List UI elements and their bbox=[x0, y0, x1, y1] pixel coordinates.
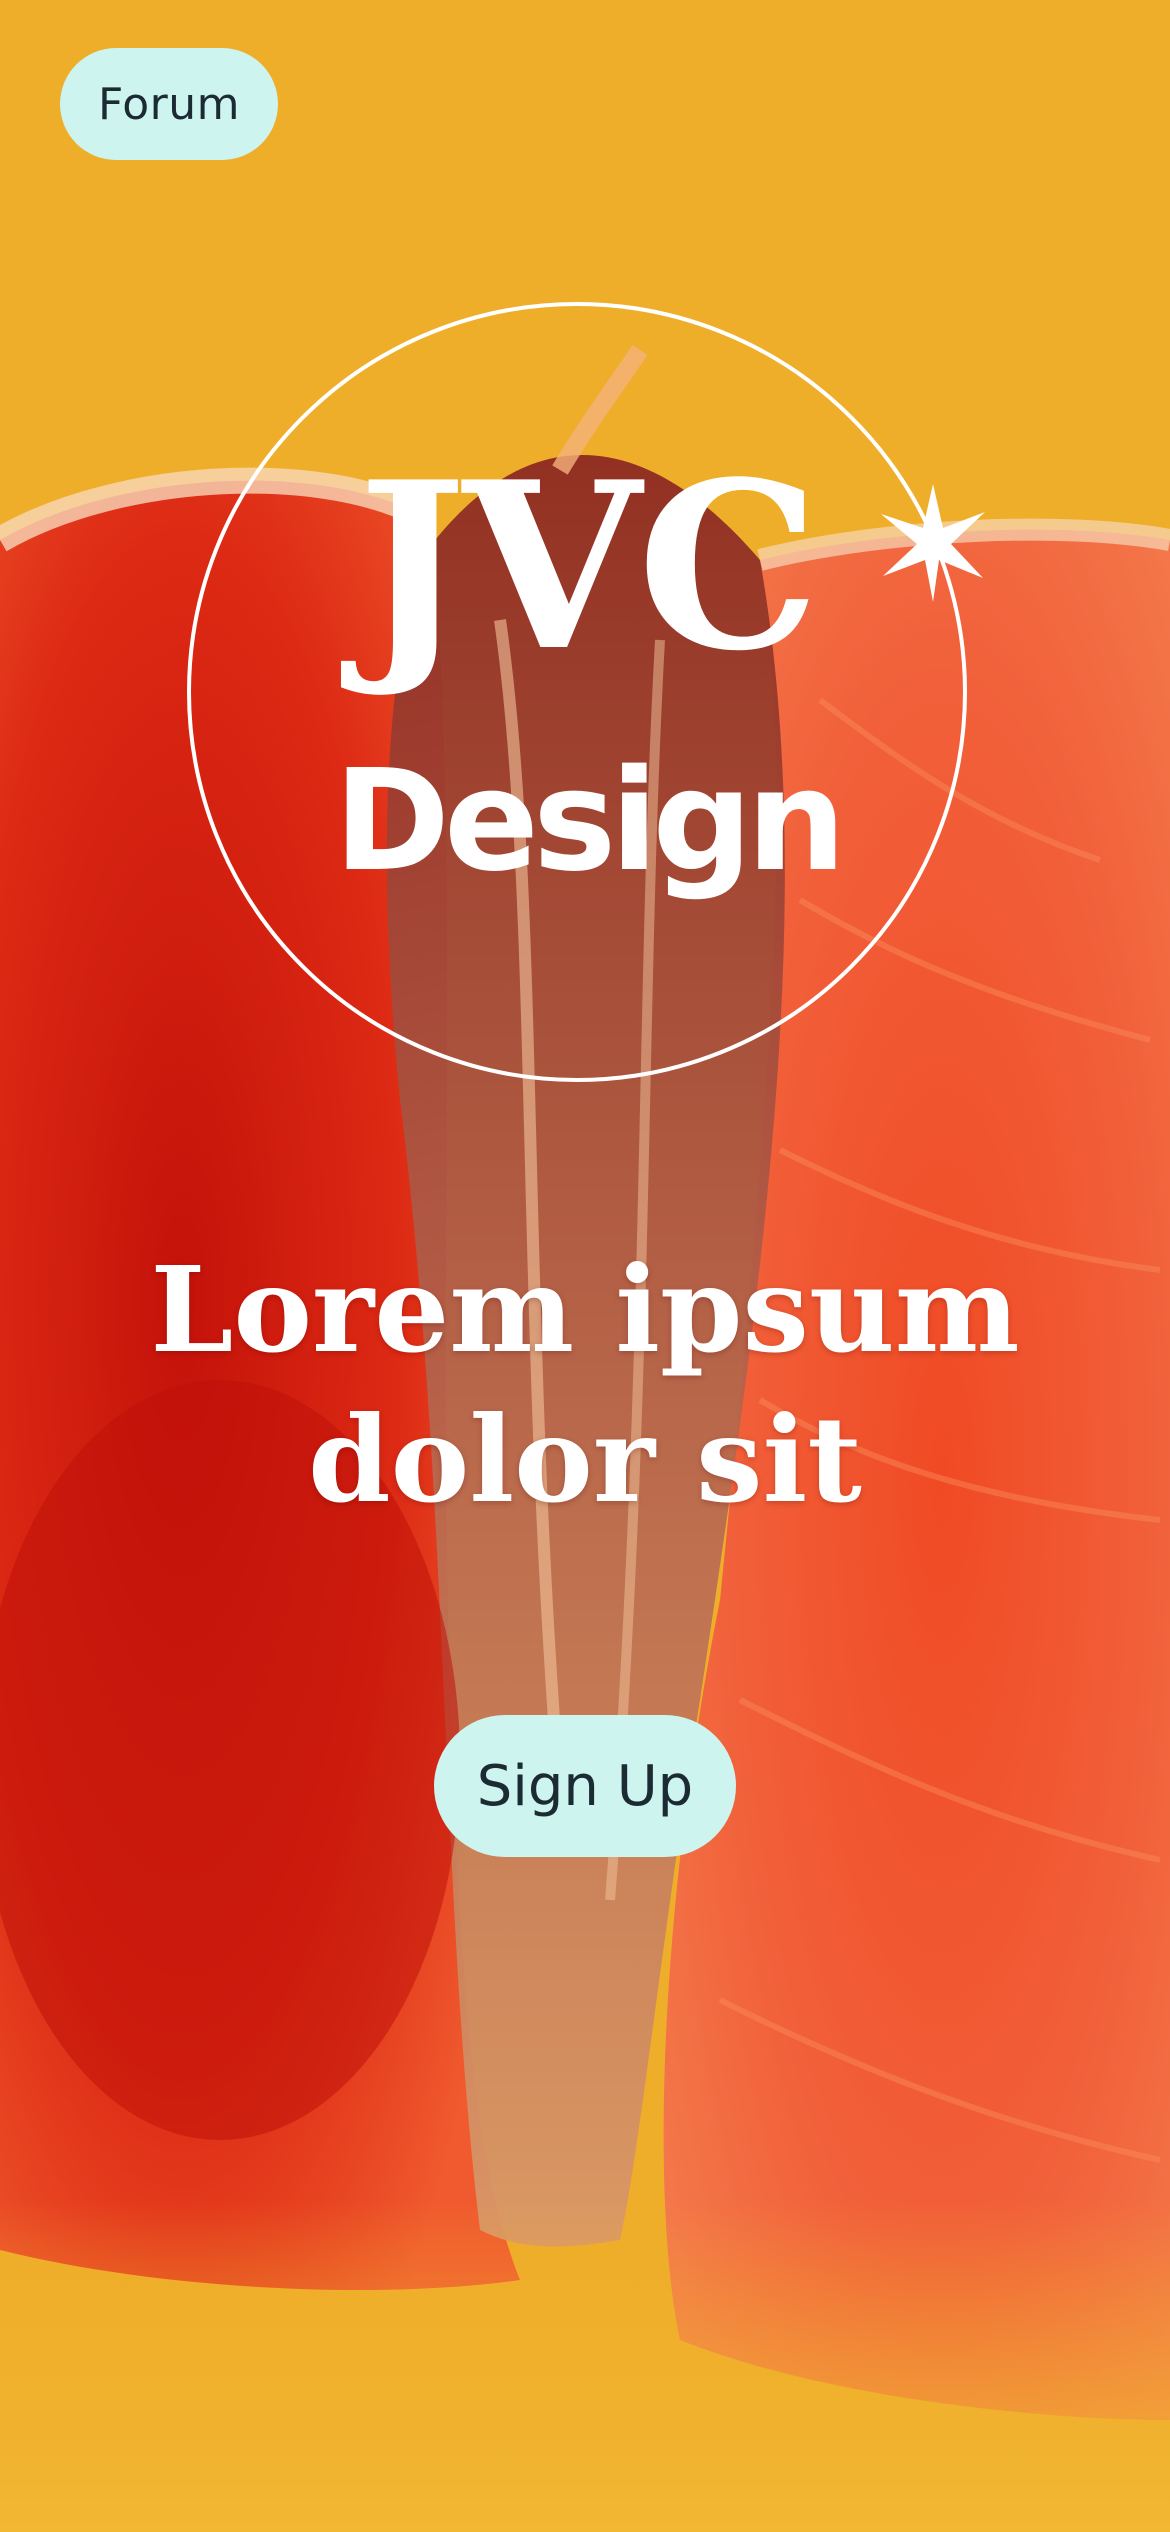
logo-wordmark-design: Design bbox=[333, 740, 846, 903]
headline-line-2: dolor sit bbox=[308, 1390, 862, 1529]
jvc-design-logo: JVC Design bbox=[183, 302, 991, 1092]
sign-up-button[interactable]: Sign Up bbox=[434, 1715, 736, 1857]
headline-line-1: Lorem ipsum bbox=[150, 1240, 1020, 1379]
hero-headline: Lorem ipsum dolor sit bbox=[0, 1235, 1170, 1535]
logo-wordmark-jvc: JVC bbox=[357, 432, 820, 702]
forum-button[interactable]: Forum bbox=[60, 48, 278, 160]
